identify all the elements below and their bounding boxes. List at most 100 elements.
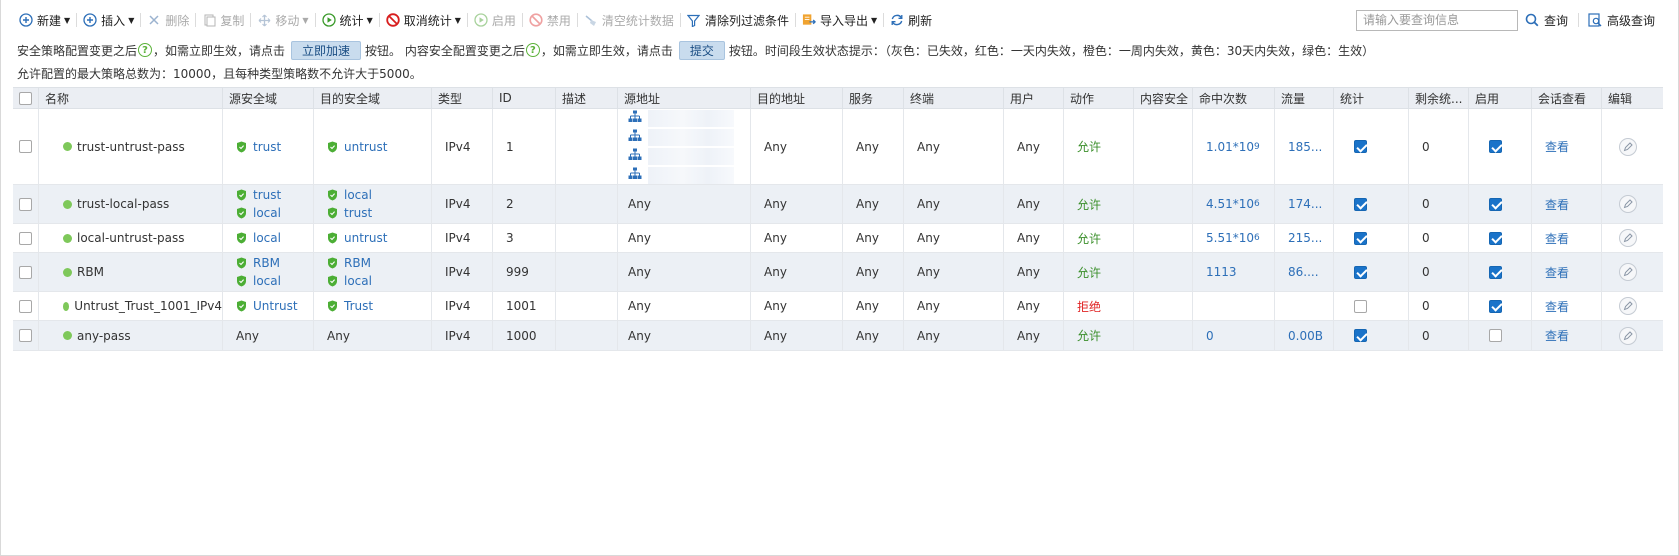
disable-button[interactable]: 禁用: [524, 9, 576, 31]
stats-checkbox[interactable]: [1354, 197, 1367, 211]
col-type[interactable]: 类型: [432, 88, 493, 108]
search-button[interactable]: 查询: [1525, 12, 1568, 29]
col-session[interactable]: 会话查看: [1532, 88, 1602, 108]
help-icon[interactable]: ?: [525, 43, 540, 57]
clear-filter-button[interactable]: 清除列过滤条件: [682, 9, 794, 31]
col-dst-addr[interactable]: 目的地址: [751, 88, 843, 108]
policy-name[interactable]: local-untrust-pass: [77, 231, 185, 245]
new-button[interactable]: 新建 ▼: [14, 9, 75, 31]
policy-name[interactable]: any-pass: [77, 329, 131, 343]
hit-count[interactable]: 1113: [1206, 265, 1237, 279]
row-select-checkbox[interactable]: [19, 231, 32, 245]
zone-link[interactable]: local: [253, 206, 281, 220]
session-view-link[interactable]: 查看: [1545, 264, 1569, 281]
submit-button[interactable]: 提交: [678, 40, 725, 60]
src-address-item[interactable]: [628, 109, 750, 128]
pencil-icon[interactable]: [1619, 297, 1637, 315]
enabled-checkbox[interactable]: [1489, 231, 1502, 245]
pencil-icon[interactable]: [1619, 137, 1637, 156]
table-row[interactable]: trust-local-pass trust local local trust IPv4…: [13, 185, 1663, 224]
col-terminal[interactable]: 终端: [904, 88, 1004, 108]
src-address-item[interactable]: [628, 147, 750, 166]
move-button[interactable]: 移动 ▼: [252, 9, 313, 31]
col-action[interactable]: 动作: [1064, 88, 1134, 108]
row-select-checkbox[interactable]: [19, 197, 32, 211]
policy-name[interactable]: trust-local-pass: [77, 197, 169, 211]
help-icon[interactable]: ?: [138, 43, 153, 57]
policy-name[interactable]: trust-untrust-pass: [77, 140, 185, 154]
col-name[interactable]: 名称: [39, 88, 223, 108]
zone-link[interactable]: RBM: [253, 256, 280, 270]
stats-button[interactable]: 统计 ▼: [317, 9, 378, 31]
import-export-button[interactable]: 导入导出 ▼: [797, 9, 882, 31]
search-input[interactable]: [1356, 9, 1518, 31]
col-remaining[interactable]: 剩余统...: [1409, 88, 1469, 108]
advanced-search-button[interactable]: 高级查询: [1588, 12, 1655, 29]
stats-checkbox[interactable]: [1354, 140, 1367, 153]
zone-link[interactable]: trust: [253, 140, 281, 154]
policy-name[interactable]: Untrust_Trust_1001_IPv4: [74, 299, 222, 313]
col-hits[interactable]: 命中次数: [1193, 88, 1275, 108]
hit-count[interactable]: 5.51*10: [1206, 231, 1254, 245]
policy-name[interactable]: RBM: [77, 265, 104, 279]
enabled-checkbox[interactable]: [1489, 197, 1502, 211]
cancel-stats-button[interactable]: 取消统计 ▼: [381, 9, 466, 31]
session-view-link[interactable]: 查看: [1545, 230, 1569, 247]
row-select-checkbox[interactable]: [19, 140, 32, 153]
zone-link[interactable]: untrust: [344, 140, 387, 154]
col-src-addr[interactable]: 源地址: [618, 88, 751, 108]
enable-button[interactable]: 启用: [469, 9, 521, 31]
clear-stats-button[interactable]: 清空统计数据: [579, 9, 679, 31]
col-service[interactable]: 服务: [843, 88, 904, 108]
pencil-icon[interactable]: [1619, 326, 1637, 345]
stats-checkbox[interactable]: [1354, 231, 1367, 245]
session-view-link[interactable]: 查看: [1545, 327, 1569, 344]
enabled-checkbox[interactable]: [1489, 265, 1502, 279]
col-user[interactable]: 用户: [1004, 88, 1064, 108]
row-select-checkbox[interactable]: [19, 265, 32, 279]
col-content-sec[interactable]: 内容安全: [1134, 88, 1193, 108]
table-row[interactable]: any-pass Any Any IPv4 1000 Any Any Any Any Any 允许 0…: [13, 321, 1663, 351]
zone-link[interactable]: Trust: [344, 299, 373, 313]
stats-checkbox[interactable]: [1354, 329, 1367, 342]
delete-button[interactable]: 删除: [142, 9, 194, 31]
pencil-icon[interactable]: [1619, 263, 1637, 281]
zone-link[interactable]: RBM: [344, 256, 371, 270]
col-dst-zone[interactable]: 目的安全域: [314, 88, 432, 108]
refresh-button[interactable]: 刷新: [885, 9, 937, 31]
zone-link[interactable]: local: [253, 231, 281, 245]
enabled-checkbox[interactable]: [1489, 140, 1502, 153]
zone-link[interactable]: local: [344, 188, 372, 202]
accelerate-button[interactable]: 立即加速: [291, 40, 362, 60]
stats-checkbox[interactable]: [1354, 299, 1367, 313]
session-view-link[interactable]: 查看: [1545, 138, 1569, 155]
hit-count[interactable]: 0: [1206, 329, 1214, 343]
session-view-link[interactable]: 查看: [1545, 298, 1569, 315]
pencil-icon[interactable]: [1619, 229, 1637, 247]
zone-link[interactable]: local: [344, 274, 372, 288]
zone-link[interactable]: trust: [344, 206, 372, 220]
row-select-checkbox[interactable]: [19, 299, 32, 313]
table-row[interactable]: Untrust_Trust_1001_IPv4 Untrust Trust IPv4 1…: [13, 292, 1663, 321]
stats-checkbox[interactable]: [1354, 265, 1367, 279]
zone-link[interactable]: untrust: [344, 231, 387, 245]
enabled-checkbox[interactable]: [1489, 329, 1502, 342]
zone-link[interactable]: Untrust: [253, 299, 298, 313]
col-stats[interactable]: 统计: [1334, 88, 1409, 108]
copy-button[interactable]: 复制: [197, 9, 249, 31]
pencil-icon[interactable]: [1619, 195, 1637, 213]
col-traffic[interactable]: 流量: [1275, 88, 1334, 108]
row-select-checkbox[interactable]: [19, 329, 32, 342]
zone-link[interactable]: local: [253, 274, 281, 288]
table-row[interactable]: trust-untrust-pass trust untrust IPv4 1 Any An…: [13, 109, 1663, 185]
session-view-link[interactable]: 查看: [1545, 196, 1569, 213]
col-id[interactable]: ID: [493, 88, 556, 108]
select-all-checkbox[interactable]: [19, 91, 32, 105]
insert-button[interactable]: 插入 ▼: [78, 9, 139, 31]
zone-link[interactable]: trust: [253, 188, 281, 202]
enabled-checkbox[interactable]: [1489, 299, 1502, 313]
hit-count[interactable]: 1.01*10: [1206, 140, 1254, 154]
table-row[interactable]: RBM RBM local RBM local IPv4 999 Any Any Any Any An…: [13, 253, 1663, 292]
table-row[interactable]: local-untrust-pass local untrust IPv4 3 Any An…: [13, 224, 1663, 253]
hit-count[interactable]: 4.51*10: [1206, 197, 1254, 211]
